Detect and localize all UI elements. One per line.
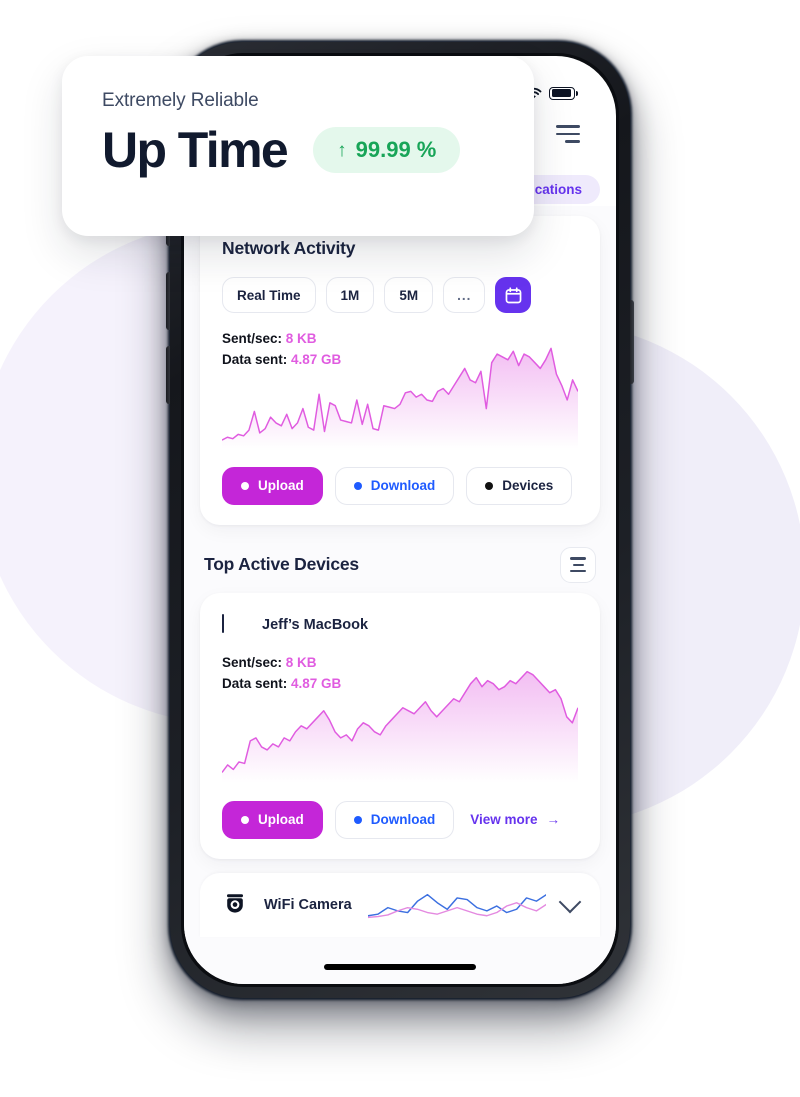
uptime-callout-card: Extremely Reliable Up Time ↑ 99.99 % (62, 56, 534, 236)
uptime-row: Up Time ↑ 99.99 % (102, 124, 500, 177)
network-activity-title: Network Activity (222, 238, 356, 258)
stat-data-sent: Data sent: 4.87 GB (222, 351, 342, 367)
network-activity-card: Network Activity Real Time 1M 5M ... Sen… (200, 216, 600, 525)
top-active-devices-header: Top Active Devices (204, 546, 596, 583)
legend-button-download[interactable]: Download (334, 800, 455, 839)
stat-sent-per-sec: Sent/sec: 8 KB (222, 331, 317, 346)
uptime-title: Up Time (102, 122, 289, 178)
uptime-subtitle: Extremely Reliable (102, 90, 259, 111)
wifi-camera-mini-chart (367, 888, 546, 922)
download-dot-icon (353, 481, 362, 490)
battery-icon (549, 86, 578, 100)
legend-button-download[interactable]: Download (334, 466, 455, 505)
device-card-jeffs-macbook: Jeff’s MacBook Sent/sec: 8 KB Data sent:… (200, 592, 600, 859)
range-button-5m[interactable]: 5M (384, 277, 434, 313)
legend-button-upload[interactable]: Upload (222, 466, 323, 505)
security-camera-icon (222, 893, 248, 917)
macbook-icon (222, 613, 248, 635)
uptime-badge-value: 99.99 % (355, 137, 437, 163)
time-range-selector: Real Time 1M 5M ... (222, 277, 578, 313)
device-row-label: WiFi Camera (264, 896, 352, 913)
legend-button-upload[interactable]: Upload (222, 800, 323, 839)
stat-data-sent: Data sent: 4.87 GB (222, 675, 342, 691)
device-header: Jeff’s MacBook (222, 613, 578, 635)
range-button-real-time[interactable]: Real Time (222, 277, 316, 313)
arrow-up-icon: ↑ (337, 139, 347, 161)
top-active-devices-title: Top Active Devices (204, 554, 359, 575)
range-button-more[interactable]: ... (443, 277, 486, 313)
upload-dot-icon (241, 481, 249, 490)
calendar-icon[interactable] (495, 277, 532, 313)
home-indicator (324, 964, 476, 970)
screenshot-root: Applications Network Activity Real Time … (0, 0, 800, 1097)
upload-dot-icon (241, 815, 249, 824)
network-legend-row: Upload Download Devices (222, 466, 578, 505)
filter-icon[interactable] (560, 546, 596, 583)
stat-sent-per-sec: Sent/sec: 8 KB (222, 654, 317, 670)
uptime-status-badge: ↑ 99.99 % (313, 127, 461, 174)
device-name: Jeff’s MacBook (262, 616, 369, 633)
range-button-1m[interactable]: 1M (325, 277, 375, 313)
download-dot-icon (353, 815, 362, 824)
device-legend-row: Upload Download View more → (222, 800, 578, 839)
view-more-link[interactable]: View more → (470, 812, 560, 827)
devices-dot-icon (485, 481, 494, 490)
device-row-wifi-camera[interactable]: WiFi Camera (200, 872, 600, 937)
legend-button-devices[interactable]: Devices (466, 466, 573, 505)
app-scroll-body[interactable]: Network Activity Real Time 1M 5M ... Sen… (184, 206, 616, 984)
device-stats: Sent/sec: 8 KB Data sent: 4.87 GB (222, 653, 578, 695)
hamburger-menu-icon[interactable] (556, 125, 580, 143)
arrow-right-icon: → (546, 812, 561, 828)
chevron-down-icon[interactable] (558, 890, 582, 914)
network-activity-stats: Sent/sec: 8 KB Data sent: 4.87 GB (222, 329, 578, 371)
